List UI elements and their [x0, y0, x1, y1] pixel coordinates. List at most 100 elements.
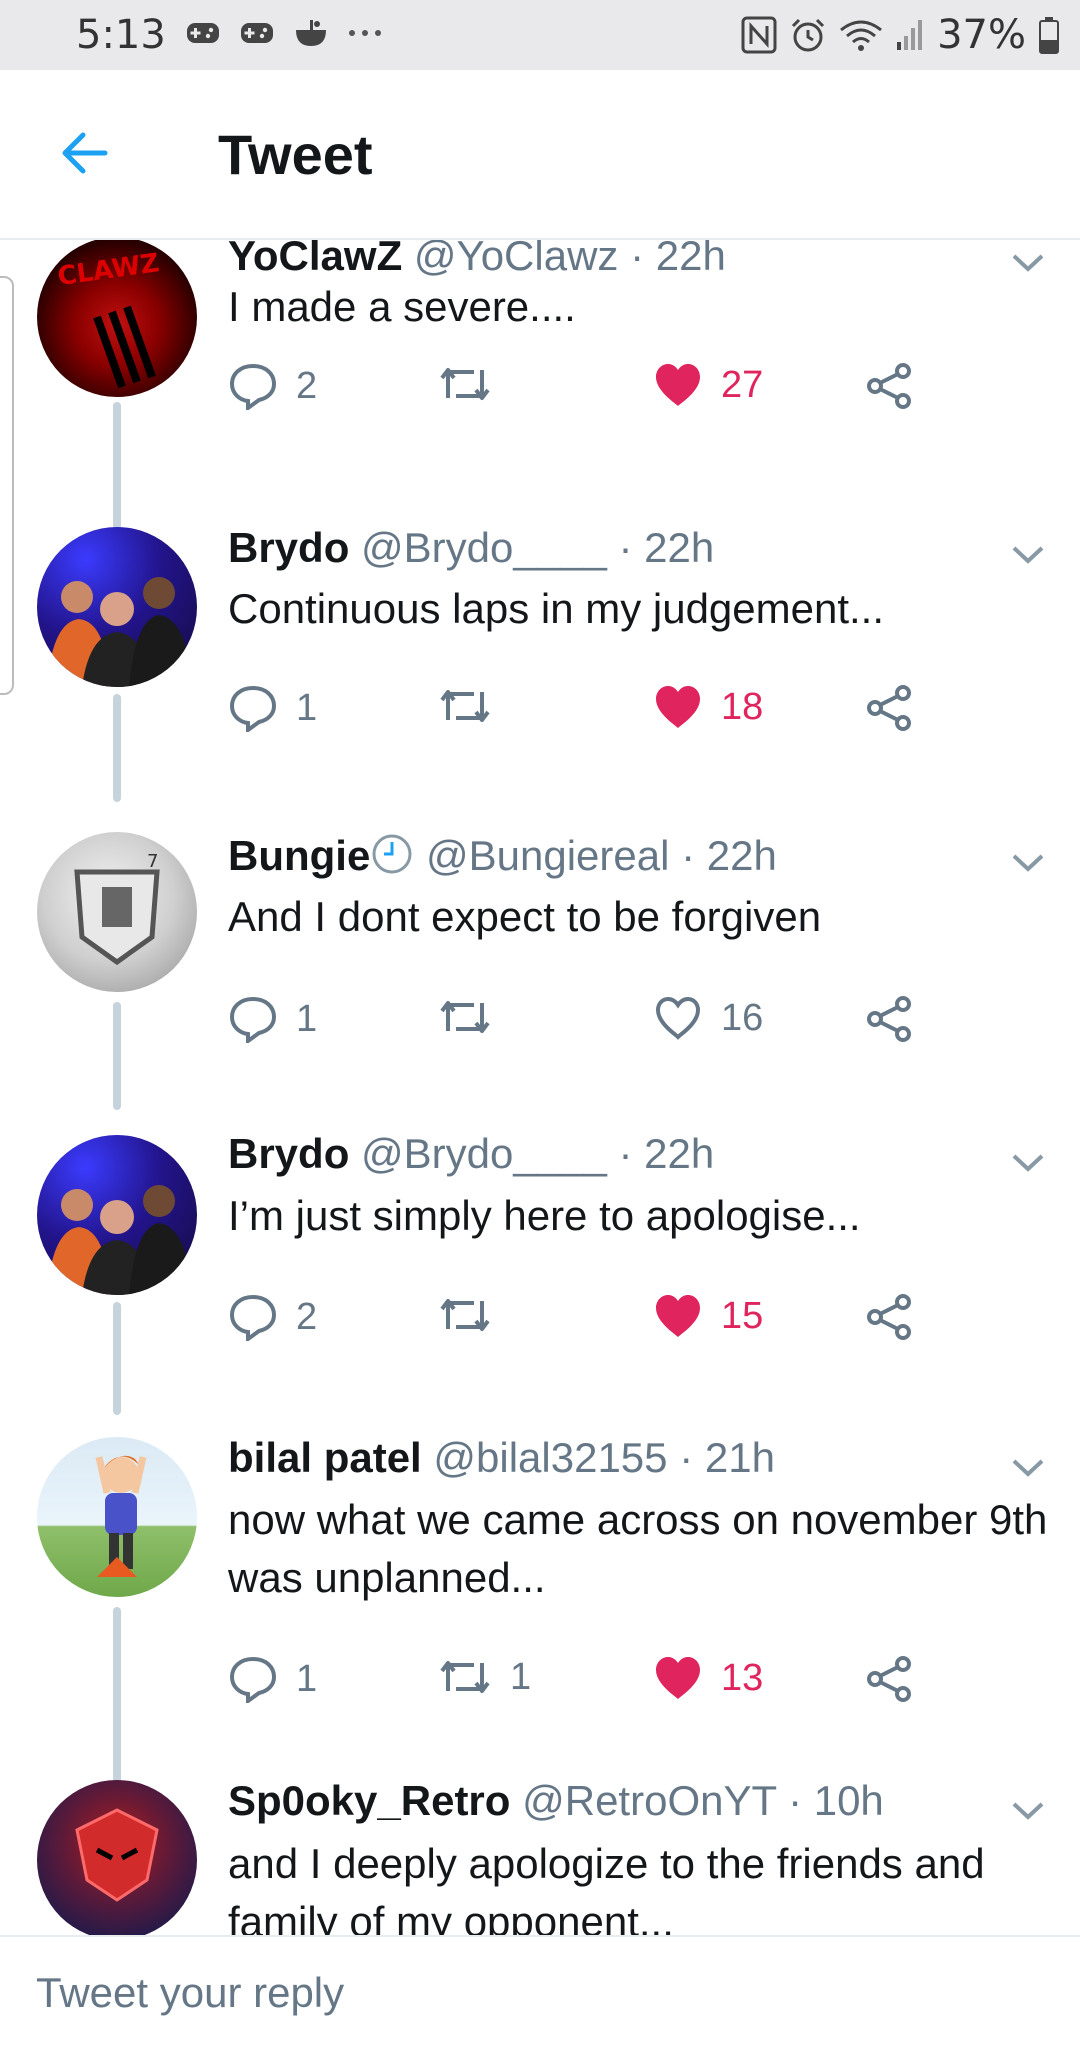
heart-filled-icon — [656, 364, 700, 406]
retweet-button[interactable] — [438, 995, 510, 1039]
reply-button[interactable]: 1 — [228, 1655, 317, 1703]
share-icon — [867, 1294, 911, 1340]
chevron-down-icon[interactable] — [1010, 1152, 1046, 1174]
display-name[interactable]: Brydo — [228, 524, 349, 571]
reply-button[interactable]: 1 — [228, 995, 317, 1043]
status-time: 5:13 — [76, 12, 166, 58]
reply-thread[interactable]: CLAWZ YoClawZ @YoClawz · 22h I made a se… — [0, 240, 1080, 1935]
tweet-item[interactable]: bilal patel @bilal32155 · 21h now what w… — [0, 1415, 1080, 1785]
gamepad-icon — [241, 23, 273, 43]
retweet-icon — [440, 1001, 490, 1033]
alarm-icon — [792, 18, 825, 52]
tweet-actions: 2 15 — [228, 1293, 948, 1353]
bowl-icon — [296, 20, 326, 46]
app-header: Tweet — [0, 70, 1080, 240]
tweet-actions: 1 1 13 — [228, 1655, 948, 1715]
handle[interactable]: @Brydo____ — [361, 524, 607, 571]
display-name[interactable]: Sp0oky_Retro — [228, 1777, 510, 1824]
share-button[interactable] — [865, 1293, 915, 1341]
retweet-button[interactable]: 1 — [438, 1655, 531, 1699]
like-button[interactable]: 18 — [653, 684, 763, 730]
group-photo-image — [47, 577, 193, 687]
tweet-text: I made a severe.... — [228, 283, 576, 330]
timestamp: · 10h — [788, 1777, 884, 1824]
handle[interactable]: @bilal32155 — [433, 1434, 667, 1481]
chevron-down-icon[interactable] — [1010, 1457, 1046, 1479]
tweet-item[interactable]: Sp0oky_Retro @RetroOnYT · 10h and I deep… — [0, 1777, 1080, 1935]
reply-count: 2 — [296, 1295, 318, 1338]
chevron-down-icon[interactable] — [1010, 852, 1046, 874]
like-button[interactable]: 15 — [653, 1293, 763, 1339]
like-button[interactable]: 27 — [653, 362, 763, 408]
avatar[interactable]: CLAWZ — [37, 240, 197, 397]
reply-button[interactable]: 1 — [228, 684, 317, 732]
like-count: 18 — [721, 685, 764, 728]
chevron-down-icon[interactable] — [1010, 252, 1046, 274]
reply-icon — [229, 996, 277, 1043]
back-arrow-icon[interactable] — [55, 128, 115, 178]
reply-icon — [229, 363, 277, 410]
timestamp: · 22h — [681, 832, 777, 879]
like-count: 27 — [721, 363, 764, 406]
reply-composer[interactable]: Tweet your reply — [0, 1935, 1080, 2053]
chevron-down-icon[interactable] — [1010, 544, 1046, 566]
avatar[interactable] — [37, 527, 197, 687]
avatar[interactable] — [37, 1437, 197, 1597]
status-bar: 5:13 37% — [0, 0, 1080, 70]
reply-input-placeholder[interactable]: Tweet your reply — [36, 1969, 344, 2017]
heart-filled-icon — [656, 686, 700, 728]
display-name[interactable]: Brydo — [228, 1130, 349, 1177]
system-icons: 37% — [741, 12, 1060, 58]
reply-count: 1 — [296, 997, 318, 1040]
tweet-header: Brydo @Brydo____ · 22h — [228, 1130, 714, 1178]
display-name[interactable]: Bungie — [228, 832, 370, 879]
nfc-icon — [741, 16, 777, 54]
avatar[interactable]: 7 — [37, 832, 197, 992]
like-button[interactable]: 13 — [653, 1655, 763, 1701]
handle[interactable]: @Brydo____ — [361, 1130, 607, 1177]
reply-icon — [229, 685, 277, 732]
tweet-item[interactable]: Brydo @Brydo____ · 22h Continuous laps i… — [0, 502, 1080, 802]
signal-icon — [897, 20, 923, 50]
display-name[interactable]: YoClawZ — [228, 240, 402, 279]
handle[interactable]: @Bungiereal — [426, 832, 669, 879]
avatar[interactable] — [37, 1780, 197, 1935]
chevron-down-icon[interactable] — [1010, 1800, 1046, 1822]
notification-icons — [185, 18, 383, 48]
wifi-icon — [840, 20, 883, 51]
heart-filled-icon — [656, 1295, 700, 1337]
reply-icon — [229, 1294, 277, 1341]
share-button[interactable] — [865, 362, 915, 410]
retweet-button[interactable] — [438, 362, 510, 406]
reply-button[interactable]: 2 — [228, 362, 317, 410]
tweet-text: and I deeply apologize to the friends an… — [228, 1840, 985, 1935]
retweet-icon — [440, 1299, 490, 1331]
reply-count: 2 — [296, 364, 318, 407]
timestamp: · 22h — [618, 1130, 715, 1177]
retweet-button[interactable] — [438, 1293, 510, 1337]
tweet-item[interactable]: 7 Bungie @Bungiereal · 22h And I dont ex… — [0, 810, 1080, 1110]
share-button[interactable] — [865, 684, 915, 732]
timestamp: · 22h — [630, 240, 726, 279]
share-button[interactable] — [865, 995, 915, 1043]
like-button[interactable]: 16 — [653, 995, 763, 1041]
battery-icon — [1039, 17, 1059, 54]
timestamp: · 21h — [679, 1434, 775, 1481]
like-count: 16 — [721, 996, 764, 1039]
avatar[interactable] — [37, 1135, 197, 1295]
tweet-text: And I dont expect to be forgiven — [228, 893, 822, 940]
share-button[interactable] — [865, 1655, 915, 1703]
reply-button[interactable]: 2 — [228, 1293, 317, 1341]
handle[interactable]: @YoClawz — [414, 240, 619, 279]
claw-logo-image: CLAWZ — [56, 248, 161, 389]
svg-text:7: 7 — [147, 851, 158, 872]
tweet-text: I’m just simply here to apologise... — [228, 1192, 861, 1239]
handle[interactable]: @RetroOnYT — [522, 1777, 776, 1824]
retweet-button[interactable] — [438, 684, 510, 728]
display-name[interactable]: bilal patel — [228, 1434, 422, 1481]
tweet-item[interactable]: CLAWZ YoClawZ @YoClawz · 22h I made a se… — [0, 240, 1080, 530]
battery-percent: 37% — [937, 12, 1026, 58]
share-icon — [867, 1656, 911, 1702]
page-title: Tweet — [218, 123, 373, 186]
tweet-item[interactable]: Brydo @Brydo____ · 22h I’m just simply h… — [0, 1115, 1080, 1415]
